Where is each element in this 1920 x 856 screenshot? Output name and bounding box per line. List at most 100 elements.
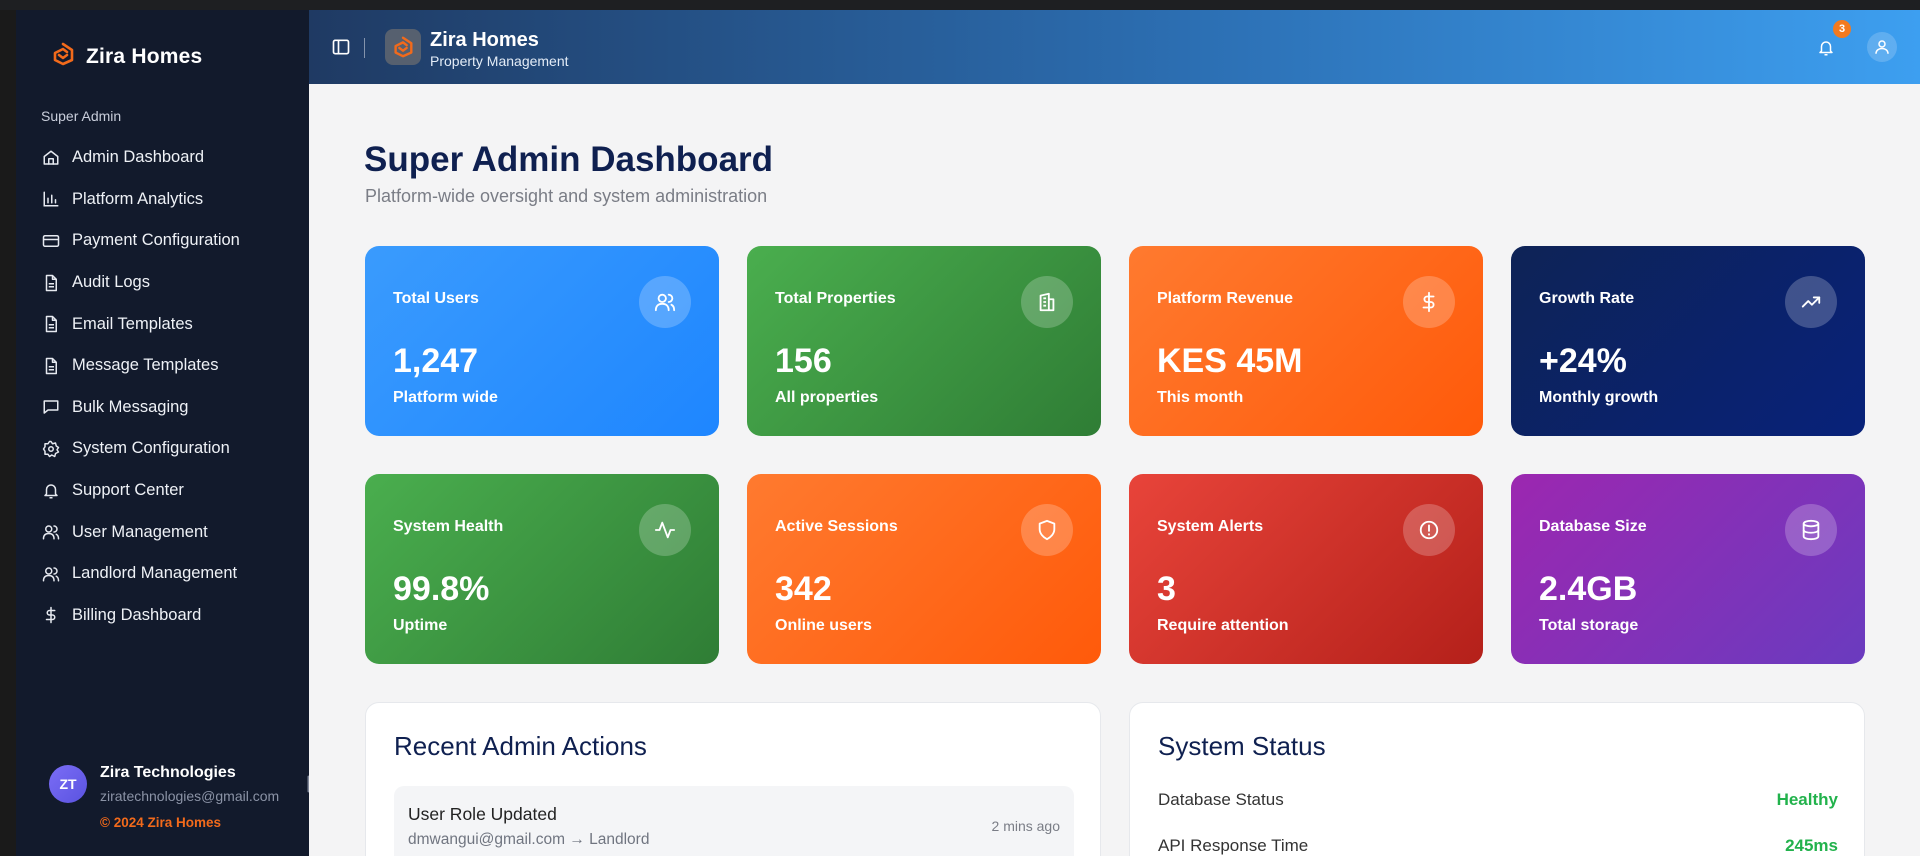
sidebar-item-bulk-messaging[interactable]: Bulk Messaging <box>38 387 298 429</box>
dollar-icon <box>45 607 56 624</box>
stat-card-system-health[interactable]: System Health 99.8% Uptime <box>365 474 719 664</box>
sidebar-item-message-templates[interactable]: Message Templates <box>38 345 298 387</box>
sidebar-section-label: Super Admin <box>41 108 122 124</box>
action-title: User Role Updated <box>408 804 557 824</box>
stat-sub: Require attention <box>1157 617 1289 634</box>
stat-card-total-properties[interactable]: Total Properties 156 All properties <box>747 246 1101 436</box>
dollar-icon <box>1422 291 1435 313</box>
sidebar-item-label: Audit Logs <box>72 273 150 292</box>
database-icon <box>1802 519 1820 541</box>
sidebar-item-label: Admin Dashboard <box>72 148 205 167</box>
sidebar-item-system-configuration[interactable]: System Configuration <box>38 428 298 470</box>
stat-icon-wrap <box>1021 276 1073 328</box>
stat-value: 156 <box>775 342 832 380</box>
stat-card-system-alerts[interactable]: System Alerts 3 Require attention <box>1129 474 1483 664</box>
credit-card-icon <box>42 234 60 247</box>
sidebar-item-label: Bulk Messaging <box>72 397 189 416</box>
sidebar-item-user-management[interactable]: User Management <box>38 511 298 553</box>
panel-title: System Status <box>1158 731 1326 761</box>
stat-icon-wrap <box>1021 504 1073 556</box>
stat-sub: Total storage <box>1539 617 1639 634</box>
stat-value: 342 <box>775 570 832 608</box>
zira-logo-icon <box>394 36 413 58</box>
sidebar-item-email-templates[interactable]: Email Templates <box>38 303 298 345</box>
bell-icon <box>1819 41 1833 56</box>
avatar[interactable]: ZT <box>49 765 87 803</box>
stat-value: 3 <box>1157 570 1176 608</box>
message-square-icon <box>43 400 59 415</box>
sidebar-item-payment-configuration[interactable]: Payment Configuration <box>38 220 298 262</box>
sidebar-nav: Admin Dashboard Platform Analytics Payme… <box>38 137 298 636</box>
building-icon <box>1039 292 1055 312</box>
status-value: Healthy <box>1776 790 1838 809</box>
status-row: Database Status Healthy <box>1158 790 1838 820</box>
stat-sub: Platform wide <box>393 389 498 406</box>
alert-circle-icon <box>1419 520 1439 540</box>
sidebar-item-billing-dashboard[interactable]: Billing Dashboard <box>38 595 298 637</box>
stat-card-total-users[interactable]: Total Users 1,247 Platform wide <box>365 246 719 436</box>
stat-icon-wrap <box>639 276 691 328</box>
stat-label: System Health <box>393 518 504 535</box>
panel-left-icon <box>332 39 350 55</box>
document-icon <box>45 274 57 291</box>
stat-value: 2.4GB <box>1539 570 1638 608</box>
sidebar-item-support-center[interactable]: Support Center <box>38 470 298 512</box>
brand[interactable]: Zira Homes <box>50 41 202 72</box>
sidebar-item-platform-analytics[interactable]: Platform Analytics <box>38 179 298 221</box>
stat-label: Total Users <box>393 290 479 307</box>
stat-value: +24% <box>1539 342 1627 380</box>
stat-sub: This month <box>1157 389 1244 406</box>
sidebar-user-profile: ZT Zira Technologies ziratechnologies@gm… <box>49 751 324 831</box>
stat-icon-wrap <box>1785 504 1837 556</box>
sidebar-item-label: Platform Analytics <box>72 189 204 208</box>
top-header: Zira Homes Property Management 3 <box>309 10 1920 84</box>
stat-card-growth-rate[interactable]: Growth Rate +24% Monthly growth <box>1511 246 1865 436</box>
sidebar-item-label: System Configuration <box>72 439 230 458</box>
user-email: ziratechnologies@gmail.com <box>100 788 280 804</box>
copyright-text: © 2024 Zira Homes <box>100 815 222 830</box>
notifications-button[interactable] <box>1812 34 1840 62</box>
stat-label: System Alerts <box>1157 518 1264 535</box>
sidebar-toggle-button[interactable] <box>331 37 351 57</box>
users-icon <box>654 293 676 312</box>
document-icon <box>45 315 57 333</box>
stat-value: 99.8% <box>393 570 490 608</box>
sidebar-item-landlord-management[interactable]: Landlord Management <box>38 553 298 595</box>
sidebar-item-label: Landlord Management <box>72 564 238 583</box>
sidebar-item-label: Billing Dashboard <box>72 605 202 624</box>
stat-icon-wrap <box>1403 276 1455 328</box>
stat-card-database-size[interactable]: Database Size 2.4GB Total storage <box>1511 474 1865 664</box>
brand-name: Zira Homes <box>86 44 203 68</box>
users-icon <box>42 525 60 540</box>
stat-sub: Uptime <box>393 617 448 634</box>
stat-label: Active Sessions <box>775 518 898 535</box>
header-subtitle: Property Management <box>430 53 569 69</box>
list-item[interactable]: User Role Updated dmwangui@gmail.com → L… <box>394 786 1074 856</box>
user-icon <box>1875 40 1889 54</box>
stat-card-active-sessions[interactable]: Active Sessions 342 Online users <box>747 474 1101 664</box>
sidebar-item-admin-dashboard[interactable]: Admin Dashboard <box>38 137 298 179</box>
sidebar-item-audit-logs[interactable]: Audit Logs <box>38 262 298 304</box>
stat-sub: All properties <box>775 389 879 406</box>
stat-label: Platform Revenue <box>1157 290 1294 307</box>
status-label: API Response Time <box>1158 836 1309 855</box>
status-value: 245ms <box>1785 836 1838 855</box>
users-icon <box>42 566 60 582</box>
bell-icon <box>44 483 58 499</box>
sidebar-item-label: Support Center <box>72 481 184 500</box>
sidebar-item-label: Payment Configuration <box>72 231 240 250</box>
zira-logo-icon <box>50 41 76 72</box>
stat-sub: Online users <box>775 617 872 634</box>
home-icon <box>43 150 59 165</box>
trending-up-icon <box>1801 296 1821 308</box>
header-title: Zira Homes <box>430 29 539 51</box>
bar-chart-icon <box>43 191 59 207</box>
user-menu-button[interactable] <box>1867 32 1897 62</box>
stat-icon-wrap <box>1403 504 1455 556</box>
sidebar-item-label: Message Templates <box>72 356 219 375</box>
stat-card-platform-revenue[interactable]: Platform Revenue KES 45M This month <box>1129 246 1483 436</box>
gear-icon <box>42 440 60 458</box>
stat-icon-wrap <box>1785 276 1837 328</box>
shield-icon <box>1038 519 1056 541</box>
stat-value: 1,247 <box>393 342 479 380</box>
